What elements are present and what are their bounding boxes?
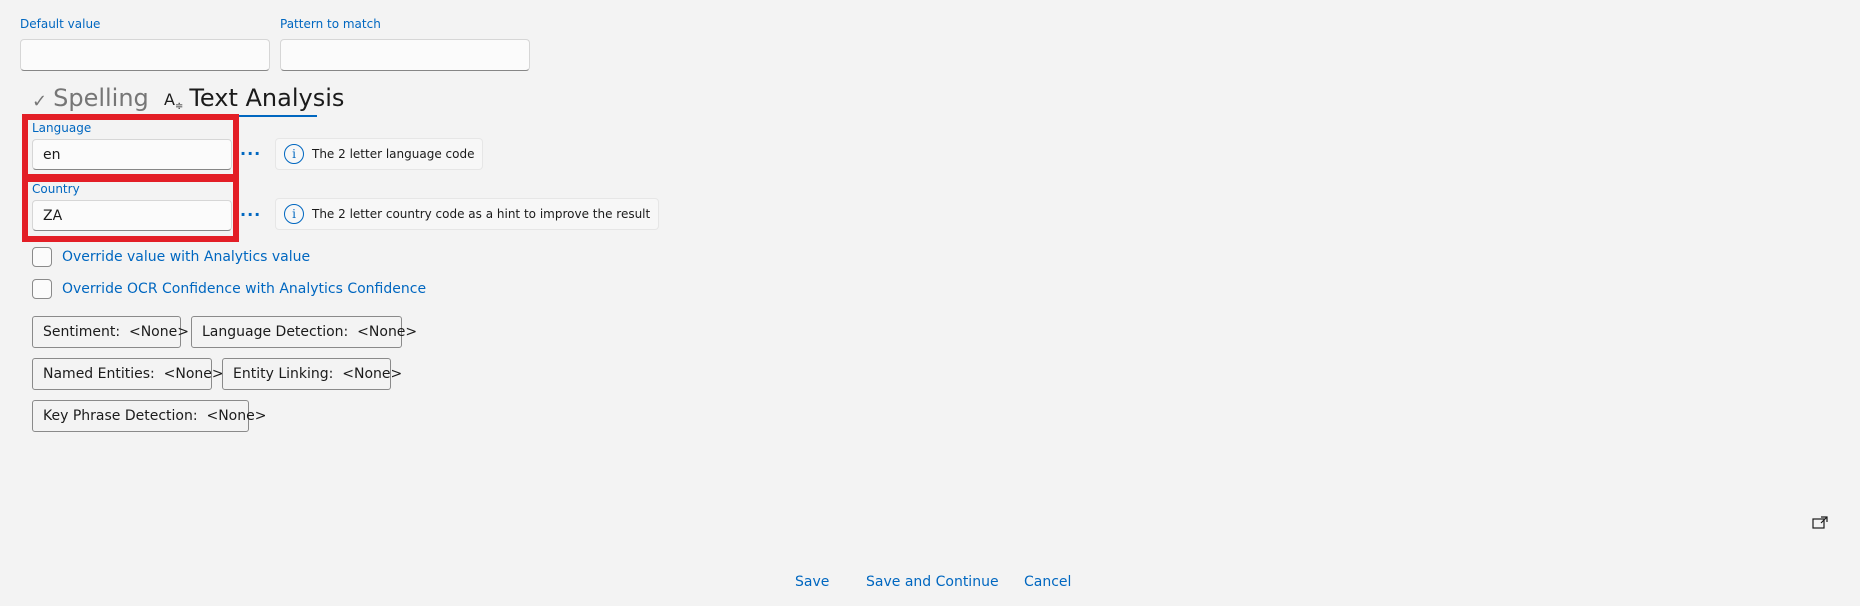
language-label: Language (32, 121, 92, 135)
pattern-label: Pattern to match (280, 17, 381, 31)
override-ocr-checkbox-row[interactable]: Override OCR Confidence with Analytics C… (32, 279, 426, 299)
text-analysis-icon: A≑ (164, 89, 184, 112)
pattern-input[interactable] (280, 39, 530, 71)
info-icon: i (284, 144, 304, 164)
named-entities-button[interactable]: Named Entities: <None> (32, 358, 224, 390)
override-ocr-label[interactable]: Override OCR Confidence with Analytics C… (62, 281, 426, 297)
override-value-checkbox-row[interactable]: Override value with Analytics value (32, 247, 310, 267)
save-and-continue-button[interactable]: Save and Continue (866, 574, 999, 590)
country-more-button[interactable]: ··· (240, 205, 261, 224)
language-info-text: The 2 letter language code (312, 147, 475, 161)
tab-spelling[interactable]: ✓ Spelling (32, 84, 149, 112)
override-value-label[interactable]: Override value with Analytics value (62, 249, 310, 265)
tab-spelling-label: Spelling (53, 84, 149, 112)
language-more-button[interactable]: ··· (240, 144, 261, 163)
country-input[interactable]: ZA (32, 200, 232, 231)
country-label: Country (32, 182, 80, 196)
country-info-text: The 2 letter country code as a hint to i… (312, 207, 651, 221)
country-info: i The 2 letter country code as a hint to… (275, 198, 660, 230)
save-button[interactable]: Save (795, 574, 829, 590)
cancel-button[interactable]: Cancel (1024, 574, 1071, 590)
default-value-label: Default value (20, 17, 101, 31)
language-input[interactable]: en (32, 139, 232, 170)
tab-text-analysis[interactable]: A≑ Text Analysis (164, 84, 344, 112)
entity-linking-button[interactable]: Entity Linking: <None> (222, 358, 402, 390)
info-icon: i (284, 204, 304, 224)
language-detection-button[interactable]: Language Detection: <None> (191, 316, 417, 348)
key-phrase-detection-button[interactable]: Key Phrase Detection: <None> (32, 400, 266, 432)
override-value-checkbox[interactable] (32, 247, 52, 267)
language-info: i The 2 letter language code (275, 138, 484, 170)
default-value-input[interactable] (20, 39, 270, 71)
override-ocr-checkbox[interactable] (32, 279, 52, 299)
checkmark-icon: ✓ (32, 91, 48, 112)
tab-text-analysis-label: Text Analysis (189, 84, 345, 112)
popout-icon[interactable] (1812, 515, 1828, 529)
sentiment-button[interactable]: Sentiment: <None> (32, 316, 189, 348)
